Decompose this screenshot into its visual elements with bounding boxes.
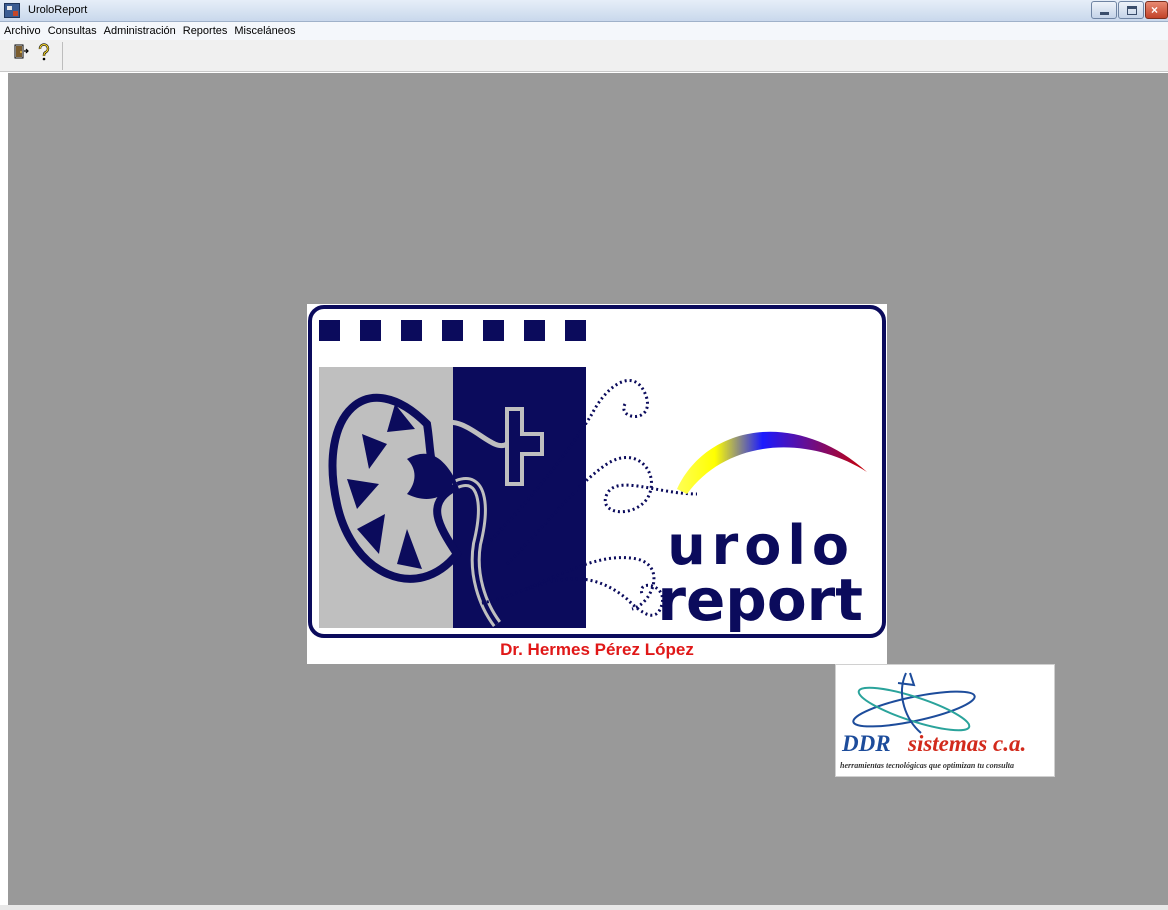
exit-door-icon — [14, 44, 29, 59]
toolbar — [0, 40, 1168, 72]
minimize-button[interactable] — [1091, 1, 1117, 19]
minimize-icon — [1100, 12, 1109, 15]
menu-archivo[interactable]: Archivo — [4, 25, 46, 37]
logo-word-bottom: report — [657, 566, 863, 634]
window-controls: × — [1091, 1, 1168, 20]
app-icon — [4, 3, 20, 18]
sistemas-brand-text: sistemas c.a. — [908, 731, 1027, 756]
ddr-brand-text: DDR — [842, 731, 891, 756]
close-icon: × — [1151, 3, 1159, 17]
exit-button[interactable] — [12, 43, 32, 61]
urolo-report-logo: urolo report Dr. Hermes Pérez López — [307, 304, 887, 664]
mdi-workspace: urolo report Dr. Hermes Pérez López DDR … — [8, 73, 1168, 905]
window-title: UroloReport — [28, 4, 88, 16]
status-bar — [0, 905, 1168, 910]
title-bar: UroloReport × — [0, 0, 1168, 22]
close-button[interactable]: × — [1145, 1, 1168, 19]
menu-consultas[interactable]: Consultas — [48, 25, 102, 37]
urolo-report-logo-graphic: urolo report — [308, 305, 886, 638]
help-question-icon — [38, 43, 50, 61]
ddr-sistemas-logo: DDR sistemas c.a. herramientas tecnológi… — [835, 664, 1055, 777]
atom-orbit-graphic — [852, 672, 976, 734]
ddr-tagline: herramientas tecnológicas que optimizan … — [840, 761, 1015, 770]
toolbar-separator — [62, 42, 63, 70]
menu-bar: Archivo Consultas Administración Reporte… — [0, 22, 1168, 40]
restore-button[interactable] — [1118, 1, 1144, 19]
author-name: Dr. Hermes Pérez López — [500, 640, 694, 659]
help-button[interactable] — [34, 43, 54, 61]
menu-miscelaneos[interactable]: Misceláneos — [234, 25, 300, 37]
menu-reportes[interactable]: Reportes — [183, 25, 233, 37]
menu-administracion[interactable]: Administración — [104, 25, 181, 37]
restore-icon — [1127, 6, 1137, 15]
